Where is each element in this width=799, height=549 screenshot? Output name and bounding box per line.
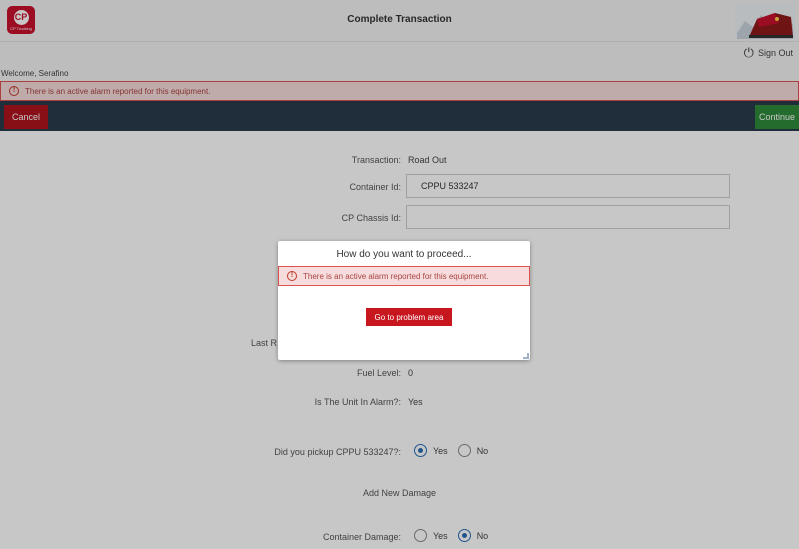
proceed-dialog: How do you want to proceed... ! There is… xyxy=(278,241,530,360)
dialog-title: How do you want to proceed... xyxy=(336,249,472,260)
modal-backdrop-top xyxy=(0,0,799,131)
dialog-alert-message: There is an active alarm reported for th… xyxy=(303,271,489,281)
resize-handle-icon[interactable] xyxy=(523,353,529,359)
exclamation-icon: ! xyxy=(287,271,297,281)
dialog-alert: ! There is an active alarm reported for … xyxy=(278,266,530,286)
go-to-problem-area-button[interactable]: Go to problem area xyxy=(366,308,452,326)
